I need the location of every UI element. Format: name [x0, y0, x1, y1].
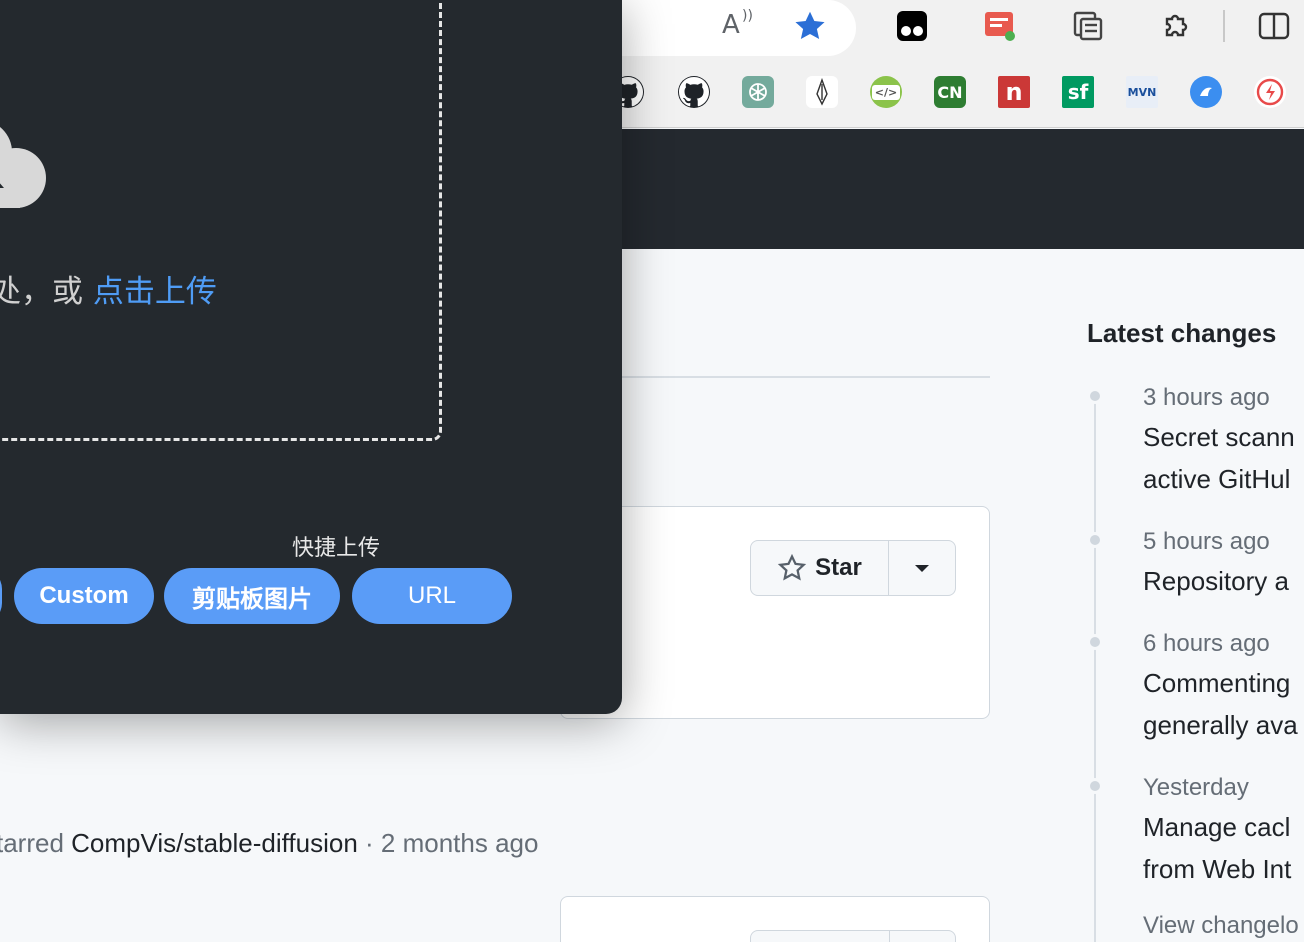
star-button-group[interactable] [750, 930, 956, 942]
upload-popup: 处，或 点击上传 快捷上传 Custom 剪贴板图片 URL [0, 0, 622, 714]
favorite-star-icon[interactable] [792, 8, 828, 44]
split-screen-icon[interactable] [1256, 8, 1292, 44]
timeline-dot [1087, 388, 1103, 404]
activity-separator: · [357, 828, 381, 858]
cn-bookmark-glyph: CN [937, 82, 963, 102]
read-aloud-glyph: A [722, 10, 740, 40]
toolbar-divider [1223, 10, 1225, 42]
activity-verb: tarred [0, 828, 64, 858]
star-button[interactable]: Star [751, 541, 889, 595]
drop-hint-text: 处，或 点击上传 [0, 266, 217, 311]
change-time: 6 hours ago [1143, 630, 1270, 657]
upload-option-button[interactable] [0, 568, 2, 624]
npm-bookmark-icon[interactable]: n [998, 76, 1030, 108]
code-bookmark-icon[interactable]: </> [870, 76, 902, 108]
upload-dropzone[interactable] [0, 0, 442, 441]
repo-card [560, 506, 990, 719]
notes-extension-icon[interactable] [982, 8, 1018, 44]
cloud-upload-icon [0, 112, 50, 212]
github-bookmark-icon[interactable] [678, 76, 710, 108]
change-title-link[interactable]: Manage cacl from Web Int [1143, 806, 1291, 890]
cn-bookmark-icon[interactable]: CN [934, 76, 966, 108]
mvn-bookmark-icon[interactable]: MVN [1126, 76, 1158, 108]
tampermonkey-icon[interactable] [894, 8, 930, 44]
code-bookmark-glyph: </> [871, 84, 901, 100]
timeline-dot [1087, 532, 1103, 548]
change-title-link[interactable]: Repository a [1143, 560, 1289, 602]
change-time: Yesterday [1143, 774, 1249, 801]
drop-hint-prefix: 处，或 [0, 274, 93, 310]
caret-down-icon [915, 565, 929, 572]
activity-item: tarred CompVis/stable-diffusion · 2 mont… [0, 828, 538, 859]
mvn-bookmark-glyph: MVN [1127, 85, 1157, 99]
activity-repo-link[interactable]: CompVis/stable-diffusion [71, 828, 358, 858]
feed-divider [600, 376, 990, 378]
star-list-dropdown-button[interactable] [889, 541, 955, 595]
star-outline-icon [777, 553, 807, 581]
star-button-label: Star [815, 554, 862, 581]
change-time: 3 hours ago [1143, 384, 1270, 411]
url-upload-button[interactable]: URL [352, 568, 512, 624]
chatgpt-bookmark-icon[interactable] [742, 76, 774, 108]
read-aloud-icon[interactable]: A)) [722, 8, 758, 44]
change-title-link[interactable]: Secret scann active GitHul [1143, 416, 1295, 500]
extensions-puzzle-icon[interactable] [1158, 8, 1194, 44]
change-time: 5 hours ago [1143, 528, 1270, 555]
custom-upload-button[interactable]: Custom [14, 568, 154, 624]
blue-bird-bookmark-icon[interactable] [1190, 76, 1222, 108]
view-changelog-link[interactable]: View changelo [1143, 912, 1299, 940]
npm-bookmark-glyph: n [1005, 78, 1023, 106]
red-bolt-bookmark-icon[interactable] [1254, 76, 1286, 108]
quick-upload-label: 快捷上传 [292, 536, 381, 561]
click-upload-link[interactable]: 点击上传 [93, 274, 217, 310]
pen-bookmark-icon[interactable] [806, 76, 838, 108]
timeline-dot [1087, 778, 1103, 794]
star-button-group: Star [750, 540, 956, 596]
clipboard-image-button[interactable]: 剪贴板图片 [164, 568, 340, 624]
change-title-link[interactable]: Commenting generally ava [1143, 662, 1298, 746]
sf-bookmark-icon[interactable]: sf [1062, 76, 1094, 108]
sf-bookmark-glyph: sf [1067, 80, 1089, 104]
activity-time: 2 months ago [380, 828, 539, 858]
collections-icon[interactable] [1070, 8, 1106, 44]
timeline-line [1094, 396, 1096, 942]
latest-changes-title: Latest changes [1087, 318, 1277, 348]
timeline-dot [1087, 634, 1103, 650]
